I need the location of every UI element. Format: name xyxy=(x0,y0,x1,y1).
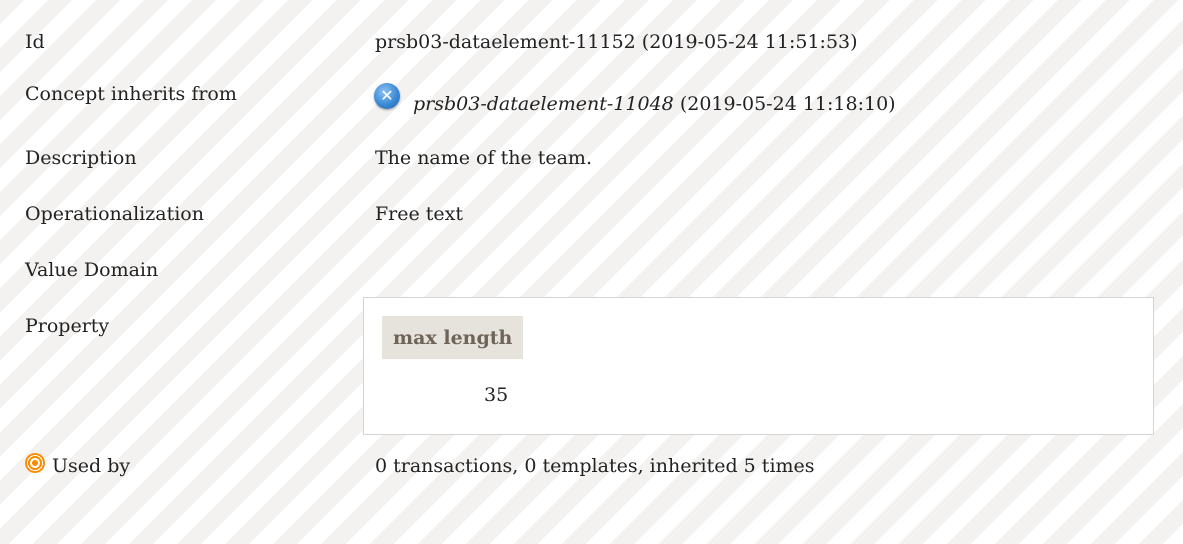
description-label: Description xyxy=(25,147,137,169)
inherits-value: prsb03-dataelement-11048 (2019-05-24 11:… xyxy=(413,93,896,115)
target-icon xyxy=(25,453,45,473)
description-value: The name of the team. xyxy=(375,147,592,169)
inherits-link[interactable]: prsb03-dataelement-11048 xyxy=(413,93,674,115)
property-box: max length 35 xyxy=(363,297,1154,435)
value-domain-label: Value Domain xyxy=(25,259,159,281)
operationalization-label: Operationalization xyxy=(25,203,204,225)
used-by-value: 0 transactions, 0 templates, inherited 5… xyxy=(375,455,815,477)
id-label: Id xyxy=(25,31,45,53)
operationalization-value: Free text xyxy=(375,203,464,225)
inherits-date: (2019-05-24 11:18:10) xyxy=(673,93,896,115)
property-value-max-length: 35 xyxy=(484,384,509,406)
property-header-max-length: max length xyxy=(382,316,524,359)
cancel-circle-icon[interactable]: ✕ xyxy=(374,83,400,109)
id-value: prsb03-dataelement-11152 (2019-05-24 11:… xyxy=(375,31,858,53)
property-label: Property xyxy=(25,315,110,337)
used-by-label: Used by xyxy=(52,455,131,477)
inherits-label: Concept inherits from xyxy=(25,83,237,105)
